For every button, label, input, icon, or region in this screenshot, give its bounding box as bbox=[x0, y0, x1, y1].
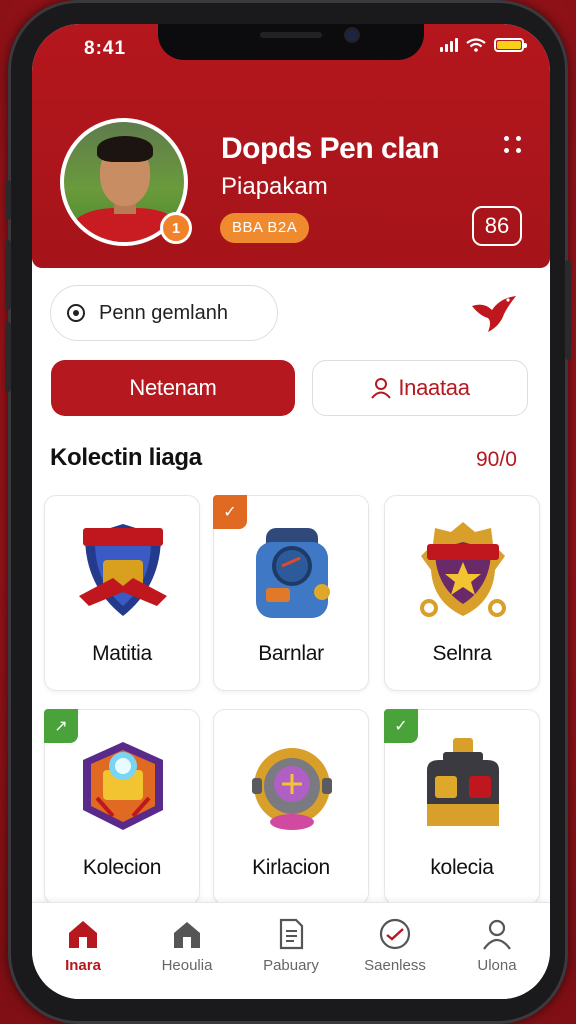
house-outline-icon bbox=[174, 922, 200, 948]
tab-netenam-label: Netenam bbox=[129, 375, 217, 400]
search-pill[interactable]: Penn gemlanh bbox=[50, 285, 278, 341]
shield-emblem-icon bbox=[79, 524, 167, 616]
dark-chest-icon bbox=[427, 738, 499, 826]
nav-item-ulona[interactable]: Ulona bbox=[452, 917, 542, 974]
app-screen: 8:41 1 Dopds Pen clan Piapakam BBA B2A 8… bbox=[32, 24, 550, 999]
collection-card-label: Matitia bbox=[92, 642, 152, 665]
tab-netenam[interactable]: Netenam bbox=[51, 360, 295, 416]
collection-count: 90/0 bbox=[476, 448, 517, 471]
nav-label: Pabuary bbox=[263, 957, 319, 974]
collection-card-label: Kirlacion bbox=[252, 856, 330, 879]
profile-badge: BBA B2A bbox=[220, 213, 310, 243]
user-icon bbox=[483, 919, 511, 950]
nav-item-inara[interactable]: Inara bbox=[38, 917, 128, 974]
collection-card[interactable]: Matitia bbox=[44, 495, 200, 691]
status-time: 8:41 bbox=[84, 38, 127, 59]
avatar-badge: 1 bbox=[160, 212, 192, 244]
mute-switch bbox=[5, 180, 11, 220]
nav-item-saenless[interactable]: Saenless bbox=[350, 917, 440, 974]
nav-label: Inara bbox=[65, 957, 101, 974]
profile-subtitle: Piapakam bbox=[221, 173, 328, 200]
radio-dot-icon bbox=[67, 304, 85, 322]
profile-header: 8:41 1 Dopds Pen clan Piapakam BBA B2A 8… bbox=[32, 24, 550, 268]
user-icon bbox=[371, 378, 392, 399]
collection-card-label: Selnra bbox=[432, 642, 492, 665]
volume-down-button bbox=[5, 322, 11, 392]
collection-card[interactable]: ✓ kolecia bbox=[384, 709, 540, 905]
notch bbox=[158, 24, 424, 60]
nav-item-pabuary[interactable]: Pabuary bbox=[246, 917, 336, 974]
collection-card-label: kolecia bbox=[430, 856, 494, 879]
collection-card[interactable]: Kirlacion bbox=[213, 709, 369, 905]
signal-icon bbox=[440, 38, 458, 52]
nav-label: Ulona bbox=[477, 957, 517, 974]
more-menu-icon[interactable] bbox=[504, 136, 524, 156]
nav-label: Heoulia bbox=[161, 957, 213, 974]
collection-card-label: Kolecion bbox=[82, 856, 162, 879]
tab-inaataa[interactable]: Inaataa bbox=[312, 360, 528, 416]
star-crest-icon bbox=[420, 522, 506, 617]
volume-up-button bbox=[5, 240, 11, 310]
glowing-chest-icon bbox=[83, 742, 163, 830]
battery-icon bbox=[494, 38, 527, 52]
nav-label: Saenless bbox=[364, 957, 426, 974]
document-icon bbox=[279, 918, 304, 950]
status-icons bbox=[440, 38, 527, 52]
home-icon bbox=[69, 921, 97, 948]
search-pill-label: Penn gemlanh bbox=[99, 301, 228, 324]
collection-card[interactable]: ↗ Kolecion bbox=[44, 709, 200, 905]
power-button bbox=[565, 260, 571, 360]
wifi-icon bbox=[466, 38, 486, 52]
gear-orb-icon bbox=[252, 748, 332, 830]
blue-device-icon bbox=[256, 528, 330, 618]
bottom-nav: Inara Heoulia Pabuary Saenless Ulona bbox=[32, 902, 550, 999]
collection-card[interactable]: ✓ Barnlar bbox=[213, 495, 369, 691]
nav-item-heoulia[interactable]: Heoulia bbox=[142, 917, 232, 974]
tab-inaataa-label: Inaataa bbox=[398, 375, 470, 400]
collection-card[interactable]: Selnra bbox=[384, 495, 540, 691]
score-button[interactable]: 86 bbox=[472, 206, 522, 246]
collection-title: Kolectin liaga bbox=[50, 444, 202, 471]
avatar[interactable]: 1 bbox=[60, 118, 192, 246]
profile-name: Dopds Pen clan bbox=[221, 132, 440, 165]
collection-card-label: Barnlar bbox=[258, 642, 324, 665]
chart-circle-icon bbox=[379, 918, 411, 950]
bird-logo-icon[interactable] bbox=[470, 292, 518, 334]
